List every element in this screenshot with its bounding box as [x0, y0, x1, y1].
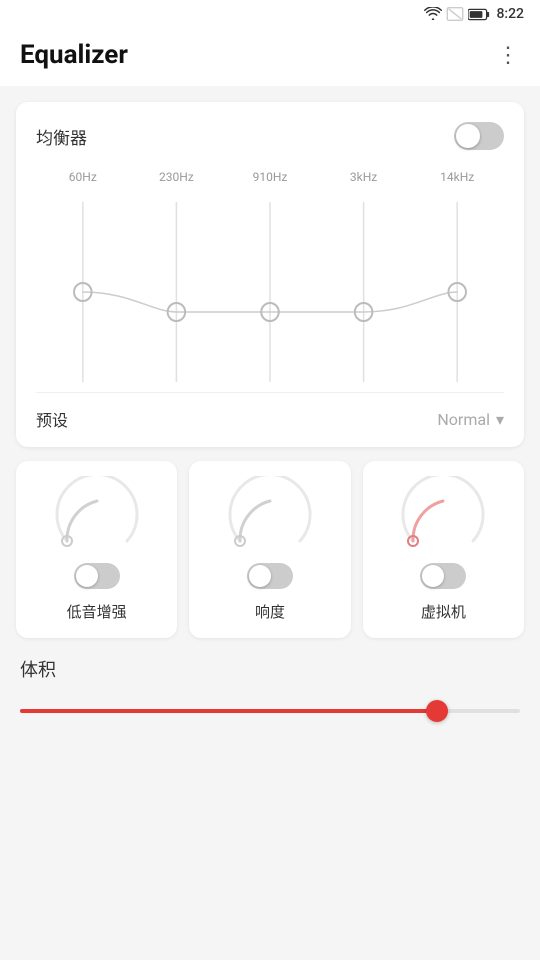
volume-slider-wrap [16, 698, 524, 717]
virtualizer-label: 虚拟机 [421, 601, 466, 622]
preset-select[interactable]: Normal ▾ [437, 410, 504, 429]
wifi-icon [424, 7, 442, 21]
preset-label: 预设 [36, 407, 68, 431]
preset-value: Normal [437, 410, 490, 429]
bass-boost-knob-svg [52, 476, 142, 556]
eq-toggle[interactable] [454, 122, 504, 150]
freq-label-230hz: 230Hz [130, 170, 224, 184]
freq-label-14khz: 14kHz [410, 170, 504, 184]
eq-header: 均衡器 [36, 122, 504, 150]
freq-label-3khz: 3kHz [317, 170, 411, 184]
app-header: Equalizer ⋮ [0, 28, 540, 86]
loudness-toggle-knob [249, 565, 271, 587]
eq-label: 均衡器 [36, 124, 87, 149]
status-bar: 8:22 [0, 0, 540, 28]
effect-bass-boost: 低音增强 [16, 461, 177, 638]
loudness-knob-svg [225, 476, 315, 556]
bass-boost-toggle-knob [76, 565, 98, 587]
signal-icon [446, 7, 464, 21]
battery-icon [468, 8, 490, 21]
loudness-label: 响度 [255, 601, 285, 622]
preset-arrow-icon: ▾ [496, 410, 504, 429]
page-title: Equalizer [20, 40, 128, 70]
virtualizer-toggle[interactable] [420, 563, 466, 589]
virtualizer-knob[interactable] [398, 481, 488, 551]
eq-curve [36, 192, 504, 392]
eq-sliders-container [36, 192, 504, 392]
virtualizer-toggle-knob [422, 565, 444, 587]
volume-slider[interactable] [20, 709, 520, 713]
loudness-toggle[interactable] [247, 563, 293, 589]
main-content: 均衡器 60Hz 230Hz 910Hz 3kHz 14kHz [0, 86, 540, 733]
bass-boost-knob[interactable] [52, 481, 142, 551]
effect-loudness: 响度 [189, 461, 350, 638]
virtualizer-knob-svg [398, 476, 488, 556]
preset-row: 预设 Normal ▾ [36, 392, 504, 431]
volume-section: 体积 [16, 652, 524, 717]
eq-toggle-knob [456, 124, 480, 148]
freq-label-910hz: 910Hz [223, 170, 317, 184]
status-time: 8:22 [496, 6, 524, 22]
effect-virtualizer: 虚拟机 [363, 461, 524, 638]
volume-label: 体积 [16, 656, 524, 682]
bass-boost-toggle[interactable] [74, 563, 120, 589]
effects-row: 低音增强 响度 [16, 461, 524, 638]
loudness-knob[interactable] [225, 481, 315, 551]
menu-button[interactable]: ⋮ [497, 43, 520, 68]
freq-labels: 60Hz 230Hz 910Hz 3kHz 14kHz [36, 170, 504, 184]
status-icons [424, 7, 490, 21]
bass-boost-label: 低音增强 [67, 601, 127, 622]
freq-label-60hz: 60Hz [36, 170, 130, 184]
equalizer-card: 均衡器 60Hz 230Hz 910Hz 3kHz 14kHz [16, 102, 524, 447]
